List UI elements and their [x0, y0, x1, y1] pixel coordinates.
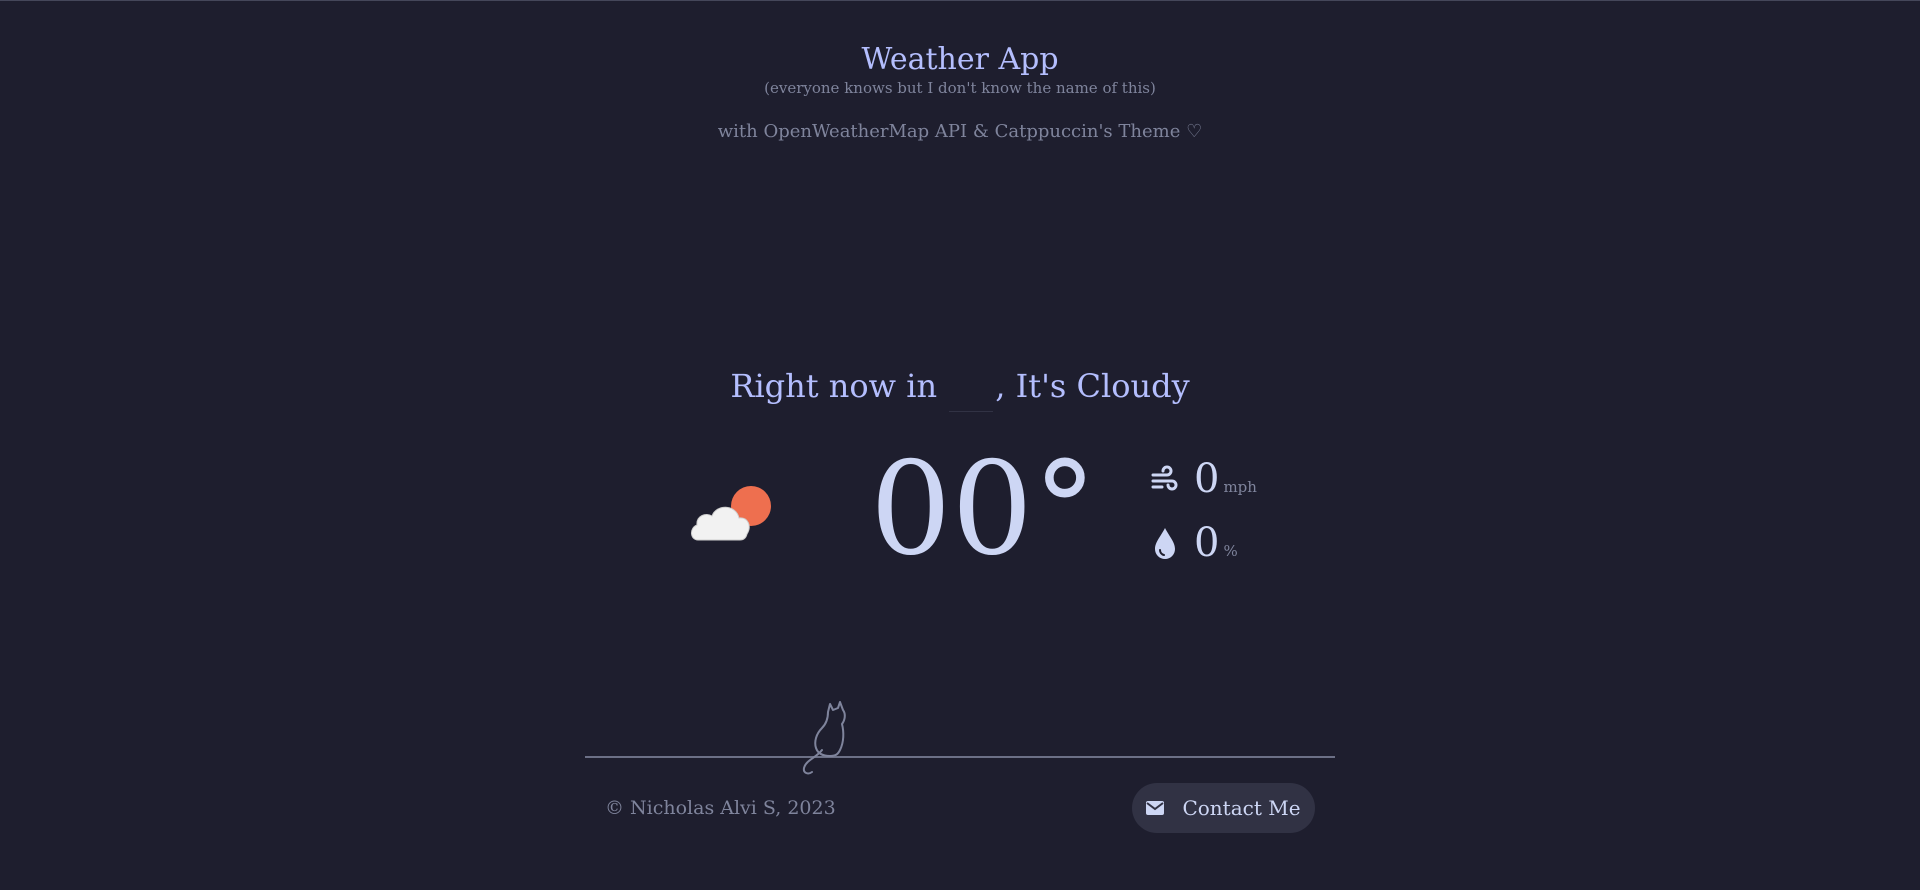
cat-silhouette-icon [802, 701, 846, 775]
headline-prefix: Right now in [730, 367, 938, 405]
humidity-stat: 0 % [1150, 520, 1238, 566]
temperature-value: 00° [870, 435, 1097, 584]
page-subtitle: (everyone knows but I don't know the nam… [764, 79, 1156, 97]
page-title: Weather App [861, 42, 1059, 77]
credit-text: with OpenWeatherMap API & Catppuccin's T… [717, 121, 1203, 142]
top-border [0, 0, 1920, 1]
humidity-value: 0 [1194, 520, 1220, 566]
weather-headline: Right now in , It's Cloudy [0, 362, 1920, 412]
wind-icon [1151, 465, 1178, 491]
humidity-unit: % [1223, 542, 1238, 560]
headline-suffix: , It's Cloudy [995, 367, 1190, 405]
mail-icon [1146, 801, 1165, 815]
cloud-sun-icon [691, 486, 771, 541]
copyright-text: © Nicholas Alvi S, 2023 [605, 797, 836, 819]
city-input[interactable] [949, 376, 994, 412]
wind-stat: 0 mph [1150, 456, 1257, 502]
wind-unit: mph [1223, 478, 1257, 496]
contact-me-button[interactable]: Contact Me [1132, 783, 1315, 833]
contact-me-label: Contact Me [1182, 796, 1301, 820]
wind-value: 0 [1194, 456, 1220, 502]
header: Weather App (everyone knows but I don't … [0, 40, 1920, 144]
footer-divider [585, 756, 1335, 758]
water-drop-icon [1155, 528, 1175, 559]
